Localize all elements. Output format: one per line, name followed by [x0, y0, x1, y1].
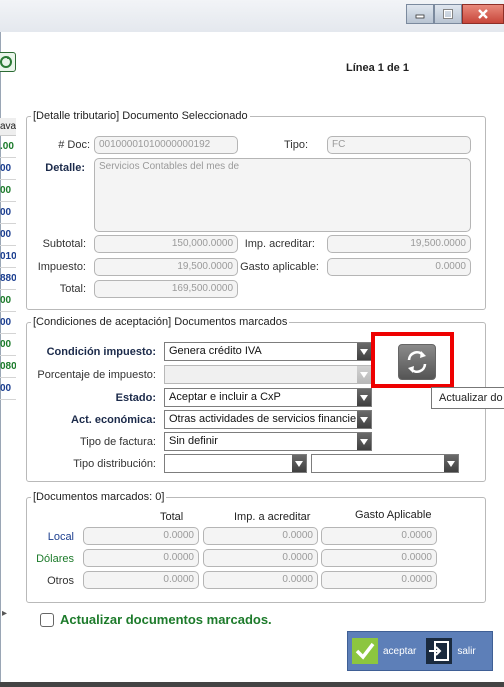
- otros-gasto-field: 0.0000: [321, 571, 437, 589]
- maximize-icon: [443, 9, 453, 19]
- accept-button[interactable]: aceptar: [348, 638, 416, 664]
- exit-button[interactable]: salir: [422, 638, 476, 664]
- maximize-button[interactable]: [434, 4, 462, 24]
- imp-acreditar-field: 19,500.0000: [327, 235, 471, 253]
- condicion-impuesto-label: Condición impuesto:: [46, 346, 156, 358]
- detalle-label: Detalle:: [45, 162, 85, 174]
- gasto-aplicable-label: Gasto aplicable:: [240, 261, 319, 273]
- left-grid-cell[interactable]: 00: [0, 202, 16, 224]
- window-controls: [406, 4, 504, 24]
- dolares-total-field: 0.0000: [83, 549, 199, 567]
- actualizar-documentos-label: Actualizar documentos marcados.: [60, 612, 272, 627]
- tipo-factura-select[interactable]: Sin definir: [164, 432, 372, 451]
- window-titlebar: [0, 0, 504, 32]
- actualizar-documentos-checkbox-row[interactable]: Actualizar documentos marcados.: [40, 612, 272, 627]
- detalle-legend: [Detalle tributario] Documento Seleccion…: [33, 110, 248, 122]
- left-grid-cell[interactable]: .00: [0, 136, 16, 158]
- col-imp-header: Imp. a acreditar: [234, 511, 311, 523]
- gasto-aplicable-field: 0.0000: [327, 258, 471, 276]
- minimize-button[interactable]: [406, 4, 434, 24]
- minimize-icon: [415, 14, 425, 19]
- dolares-gasto-field: 0.0000: [321, 549, 437, 567]
- tipo-distribucion-select-2[interactable]: [311, 454, 459, 473]
- left-grid-cell[interactable]: 00: [0, 312, 16, 334]
- subtotal-label: Subtotal:: [42, 238, 86, 250]
- estado-select[interactable]: Aceptar e incluir a CxP: [164, 388, 372, 407]
- actualizar-documentos-checkbox[interactable]: [40, 612, 54, 627]
- bottom-rule: [0, 682, 504, 687]
- otros-imp-field: 0.0000: [203, 571, 318, 589]
- left-grid-cell[interactable]: 080: [0, 356, 16, 378]
- exit-label: salir: [457, 645, 476, 657]
- tipo-field: FC: [327, 136, 471, 154]
- action-bar: aceptar salir: [347, 631, 493, 671]
- chevron-down-icon: [357, 366, 371, 383]
- left-grid-header: ava: [0, 118, 16, 136]
- chevron-down-icon: [357, 389, 371, 406]
- local-gasto-field: 0.0000: [321, 527, 437, 545]
- dolares-imp-field: 0.0000: [203, 549, 318, 567]
- estado-value: Aceptar e incluir a CxP: [169, 391, 281, 403]
- chevron-down-icon: [357, 343, 371, 360]
- close-button[interactable]: [462, 4, 504, 24]
- left-grid-cell[interactable]: 880: [0, 268, 16, 290]
- condicion-impuesto-select[interactable]: Genera crédito IVA: [164, 342, 372, 361]
- doc-label: # Doc:: [58, 139, 90, 151]
- impuesto-label: Impuesto:: [37, 261, 86, 273]
- left-grid-cell[interactable]: 00: [0, 334, 16, 356]
- row-local-label: Local: [47, 531, 74, 543]
- local-total-field: 0.0000: [83, 527, 199, 545]
- left-grid-column: ava .00 00 00 00 00 010 880 00 00 00 080 00: [0, 118, 16, 400]
- scroll-left-arrow[interactable]: ▸: [2, 608, 7, 619]
- col-total-header: Total: [160, 511, 184, 523]
- col-gasto-header: Gasto Aplicable: [355, 509, 432, 521]
- left-grid-cell[interactable]: 00: [0, 180, 16, 202]
- chevron-down-icon: [357, 433, 371, 450]
- accept-label: aceptar: [383, 645, 417, 657]
- otros-total-field: 0.0000: [83, 571, 199, 589]
- local-imp-field: 0.0000: [203, 527, 318, 545]
- left-grid-cell[interactable]: 00: [0, 378, 16, 400]
- marcados-legend: [Documentos marcados: 0]: [33, 491, 165, 503]
- subtotal-field: 150,000.0000: [94, 235, 238, 253]
- tipo-distribucion-select[interactable]: [164, 454, 307, 473]
- left-grid-cell[interactable]: 00: [0, 224, 16, 246]
- total-label: Total:: [59, 283, 86, 295]
- actividad-select[interactable]: Otras actividades de servicios financie: [164, 410, 372, 429]
- porcentaje-select[interactable]: [164, 365, 372, 384]
- tipo-factura-label: Tipo de factura:: [79, 436, 156, 448]
- tipo-label: Tipo:: [283, 139, 308, 151]
- left-refresh-button[interactable]: [0, 52, 16, 72]
- checkmark-icon: [352, 638, 378, 664]
- total-field: 169,500.0000: [94, 280, 238, 298]
- row-otros-label: Otros: [47, 575, 74, 587]
- row-dolares-label: Dólares: [36, 553, 74, 565]
- doc-field: 00100001010000000192: [94, 136, 238, 154]
- actividad-value: Otras actividades de servicios financie: [169, 413, 357, 425]
- refresh-icon: [0, 56, 12, 68]
- tipo-factura-value: Sin definir: [169, 435, 218, 447]
- actualizar-tooltip: Actualizar do: [431, 387, 504, 409]
- close-icon: [478, 9, 488, 19]
- condiciones-legend: [Condiciones de aceptación] Documentos m…: [33, 316, 288, 328]
- estado-label: Estado:: [115, 392, 156, 404]
- line-indicator: Línea 1 de 1: [346, 62, 409, 74]
- chevron-down-icon: [292, 455, 306, 472]
- actividad-label: Act. económica:: [71, 414, 156, 426]
- tipo-distribucion-label: Tipo distribución:: [73, 458, 156, 470]
- condicion-impuesto-value: Genera crédito IVA: [169, 345, 262, 357]
- highlight-box: [371, 332, 454, 388]
- left-grid-cell[interactable]: 00: [0, 290, 16, 312]
- chevron-down-icon: [357, 411, 371, 428]
- detalle-textarea: Servicios Contables del mes de: [94, 158, 471, 232]
- impuesto-field: 19,500.0000: [94, 258, 238, 276]
- imp-acreditar-label: Imp. acreditar:: [244, 238, 315, 250]
- left-grid-cell[interactable]: 010: [0, 246, 16, 268]
- exit-icon: [426, 638, 453, 664]
- porcentaje-label: Porcentaje de impuesto:: [37, 369, 156, 381]
- left-grid-cell[interactable]: 00: [0, 158, 16, 180]
- chevron-down-icon: [444, 455, 458, 472]
